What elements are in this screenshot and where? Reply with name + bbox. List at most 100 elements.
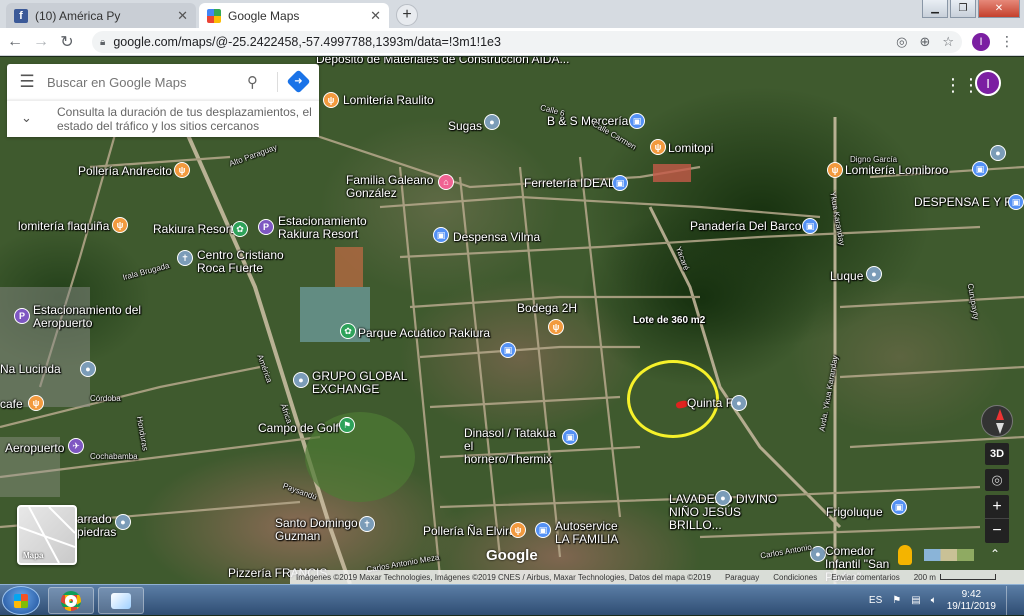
location-icon[interactable]: ◎ (896, 34, 907, 50)
place-label[interactable]: Autoservice LA FAMILIA (555, 520, 635, 546)
country-link[interactable]: Paraguay (725, 573, 759, 582)
kebab-menu-icon[interactable]: ⋮ (1000, 33, 1014, 50)
place-label[interactable]: Bodega 2H (517, 302, 577, 315)
terms-link[interactable]: Condiciones (773, 573, 817, 582)
clock[interactable]: 9:42 19/11/2019 (947, 589, 996, 613)
satellite-map[interactable]: ☰ ⚲ ➜ ⌄ Consulta la duración de tus desp… (0, 57, 1024, 584)
place-label[interactable]: Quinta F (687, 397, 733, 410)
shopping-pin-icon[interactable]: ▣ (629, 113, 645, 129)
feedback-link[interactable]: Enviar comentarios (831, 573, 899, 582)
restaurant-pin-icon[interactable]: ψ (174, 162, 190, 178)
restaurant-pin-icon[interactable]: ψ (827, 162, 843, 178)
search-box[interactable]: ☰ ⚲ ➜ (7, 64, 319, 100)
place-label[interactable]: Frigoluque (826, 506, 883, 519)
search-input[interactable] (47, 74, 237, 90)
place-pin-icon[interactable]: ● (731, 395, 747, 411)
zoom-out-button[interactable]: − (985, 519, 1009, 543)
place-label[interactable]: Pollería Ña Elvira (423, 525, 516, 538)
account-avatar[interactable]: I (975, 70, 1001, 96)
restaurant-pin-icon[interactable]: ψ (510, 522, 526, 538)
church-pin-icon[interactable]: ✝ (359, 516, 375, 532)
airport-pin-icon[interactable]: ✈ (68, 438, 84, 454)
place-pin-icon[interactable]: ● (293, 372, 309, 388)
place-pin-icon[interactable]: ● (80, 361, 96, 377)
imagery-strip[interactable] (924, 549, 974, 561)
shopping-pin-icon[interactable]: ▣ (433, 227, 449, 243)
place-pin-icon[interactable]: ● (484, 114, 500, 130)
close-tab-icon[interactable]: ✕ (370, 8, 381, 24)
close-tab-icon[interactable]: ✕ (177, 8, 188, 24)
lodging-pin-icon[interactable]: ⌂ (438, 174, 454, 190)
scale-bar[interactable]: 200 m (914, 573, 996, 582)
bookmark-star-icon[interactable]: ☆ (942, 34, 954, 50)
taskbar-chrome[interactable] (48, 587, 94, 614)
shopping-pin-icon[interactable]: ▣ (972, 161, 988, 177)
place-label[interactable]: Estacionamiento Rakiura Resort (278, 215, 378, 241)
back-icon[interactable]: ← (4, 33, 26, 51)
park-pin-icon[interactable]: ✿ (232, 221, 248, 237)
url-text[interactable]: google.com/maps/@-25.2422458,-57.4997788… (113, 35, 501, 49)
my-location-icon[interactable]: ◎ (985, 469, 1009, 491)
place-pin-icon[interactable]: ● (115, 514, 131, 530)
compass-icon[interactable] (981, 405, 1013, 437)
place-label[interactable]: Dinasol / Tatakua el hornero/Thermix (464, 427, 564, 466)
golf-pin-icon[interactable]: ⚑ (339, 417, 355, 433)
pegman-icon[interactable] (898, 545, 912, 565)
place-label[interactable]: Lomitería Raulito (343, 94, 434, 107)
flag-icon[interactable]: ⚑ (892, 595, 901, 606)
restaurant-pin-icon[interactable]: ψ (650, 139, 666, 155)
place-pin-icon[interactable]: ● (990, 145, 1006, 161)
tab-facebook[interactable]: f (10) América Py ✕ (6, 3, 196, 28)
place-label[interactable]: Luque (830, 270, 863, 283)
restaurant-pin-icon[interactable]: ψ (112, 217, 128, 233)
start-button[interactable] (2, 586, 40, 615)
directions-icon[interactable]: ➜ (286, 69, 311, 94)
parking-pin-icon[interactable]: P (258, 219, 274, 235)
place-label[interactable]: Aeropuerto (5, 442, 64, 455)
place-label[interactable]: cafe (0, 398, 23, 411)
map-layer-switcher[interactable]: Mapa (17, 505, 77, 565)
park-pin-icon[interactable]: ✿ (340, 323, 356, 339)
place-pin-icon[interactable]: ● (810, 546, 826, 562)
place-label[interactable]: Estacionamiento del Aeropuerto (33, 304, 153, 330)
volume-icon[interactable]: 🔈︎ (931, 595, 937, 606)
tab-google-maps[interactable]: Google Maps ✕ (199, 3, 389, 28)
shopping-pin-icon[interactable]: ▣ (562, 429, 578, 445)
show-desktop-button[interactable] (1006, 586, 1016, 615)
reload-icon[interactable]: ↻ (56, 32, 78, 52)
place-label[interactable]: Rakiura Resort (153, 223, 233, 236)
place-label[interactable]: Despensa Vilma (453, 231, 540, 244)
place-label[interactable]: lomitería flaquiña (18, 220, 109, 233)
place-label[interactable]: Ferretería IDEAL (524, 177, 615, 190)
chevron-down-icon[interactable]: ⌄ (21, 110, 32, 126)
browser-profile-avatar[interactable]: I (972, 33, 990, 51)
shopping-pin-icon[interactable]: ▣ (802, 218, 818, 234)
place-label[interactable]: Centro Cristiano Roca Fuerte (197, 249, 297, 275)
add-icon[interactable]: ⊕ (919, 34, 930, 50)
expand-icon[interactable]: ⌃ (990, 547, 1000, 561)
travel-hint-card[interactable]: ⌄ Consulta la duración de tus desplazami… (7, 100, 319, 137)
shopping-pin-icon[interactable]: ▣ (891, 499, 907, 515)
parking-pin-icon[interactable]: P (14, 308, 30, 324)
restore-button[interactable]: ❐ (950, 0, 976, 18)
place-pin-icon[interactable]: ● (866, 266, 882, 282)
shopping-pin-icon[interactable]: ▣ (612, 175, 628, 191)
menu-icon[interactable]: ☰ (7, 72, 47, 92)
place-label[interactable]: GRUPO GLOBAL EXCHANGE (312, 370, 412, 396)
place-label[interactable]: DESPENSA E Y R (914, 196, 1013, 209)
place-label[interactable]: Sugas (448, 120, 482, 133)
address-bar[interactable]: 🔒︎ google.com/maps/@-25.2422458,-57.4997… (92, 31, 962, 53)
shopping-pin-icon[interactable]: ▣ (500, 342, 516, 358)
place-label[interactable]: Depósito de Materiales de Construcción A… (316, 57, 569, 66)
place-label[interactable]: Campo de Golf (258, 422, 339, 435)
toggle-3d-button[interactable]: 3D (985, 443, 1009, 465)
restaurant-pin-icon[interactable]: ψ (28, 395, 44, 411)
place-label[interactable]: Panadería Del Barco (690, 220, 801, 233)
place-pin-icon[interactable]: ✝ (177, 250, 193, 266)
close-window-button[interactable]: ✕ (978, 0, 1020, 18)
search-icon[interactable]: ⚲ (247, 73, 258, 91)
place-pin-icon[interactable]: ● (715, 490, 731, 506)
taskbar-paint[interactable] (98, 587, 144, 614)
minimize-button[interactable]: ▁ (922, 0, 948, 18)
restaurant-pin-icon[interactable]: ψ (548, 319, 564, 335)
